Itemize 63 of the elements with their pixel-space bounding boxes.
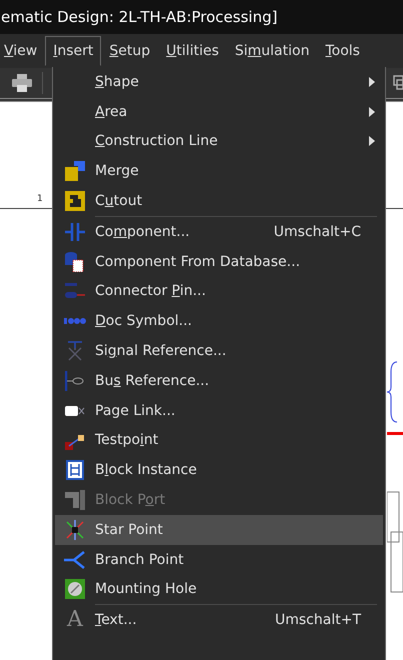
mounting-hole-icon — [65, 579, 85, 600]
database-component-icon — [65, 252, 85, 272]
menu-item[interactable]: Construction Line — [55, 126, 383, 156]
block-instance-icon — [66, 460, 84, 480]
shortcut-label: Umschalt+T — [275, 612, 361, 628]
printer-icon[interactable] — [12, 74, 32, 92]
menu-item-label: Star Point — [95, 522, 164, 538]
ruler-label: 1 — [37, 194, 43, 204]
windows-icon[interactable] — [393, 75, 403, 91]
menu-item[interactable]: Branch Point — [55, 544, 383, 575]
menu-item-label: Connector Pin... — [95, 283, 207, 300]
menu-item[interactable]: Star Point — [55, 514, 383, 545]
menu-item-label: Component From Database... — [95, 254, 302, 270]
text-icon: A — [67, 609, 83, 632]
logo-symbol-icon — [64, 317, 86, 326]
menu-item[interactable]: Component... Umschalt+C — [55, 216, 383, 247]
menu-item-label: Shape — [95, 74, 140, 90]
menu-item-label: Page Link... — [95, 402, 176, 419]
menu-item-label: Branch Point — [95, 552, 185, 568]
star-point-icon — [65, 520, 85, 540]
menu-item[interactable]: Block Instance — [55, 455, 383, 486]
menu-item[interactable]: Connector Pin... — [55, 276, 383, 306]
bus-reference-icon — [65, 370, 85, 391]
signal-reference-icon — [65, 341, 85, 362]
menu-item-label: Testpoint — [95, 432, 160, 448]
menu-item-label: Mounting Hole — [95, 581, 198, 598]
menu-item[interactable]: A Text... Umschalt+T — [55, 605, 383, 636]
menu-item-label: Merge — [95, 163, 140, 180]
menu-item[interactable]: Bus Reference... — [55, 366, 383, 396]
cutout-icon — [65, 191, 85, 212]
block-port-icon — [65, 490, 85, 510]
menu-item[interactable]: Mounting Hole — [55, 574, 383, 604]
menu-item[interactable]: Testpoint — [55, 426, 383, 456]
menu-item-label: Construction Line — [95, 133, 219, 150]
menu-item-label: Doc Symbol... — [95, 313, 193, 330]
menu-item-label: Bus Reference... — [95, 372, 210, 389]
menu-item[interactable]: Shape — [55, 67, 383, 97]
menu-item-label: Text... — [95, 612, 138, 628]
menu-item[interactable]: Signal Reference... — [55, 336, 383, 366]
menu-item[interactable]: Area — [55, 96, 383, 127]
shortcut-label: Umschalt+C — [274, 224, 361, 240]
menu-bar-item[interactable]: View — [0, 36, 46, 66]
menu-bar-item[interactable]: Setup — [101, 36, 158, 66]
menu-item-label: Area — [95, 104, 128, 120]
menu-item[interactable]: Cutout — [55, 186, 383, 216]
capacitor-icon — [65, 222, 85, 242]
menu-bar-item[interactable]: Simulation — [226, 36, 318, 66]
menu-bar-item[interactable]: Tools — [317, 36, 368, 66]
menu-item[interactable]: Component From Database... — [55, 246, 383, 277]
menu-bar-item[interactable]: Utilities — [158, 36, 227, 66]
menu-item-label: Component... — [95, 224, 191, 240]
window-title: ematic Design: 2L-TH-AB:Processing] — [1, 8, 278, 26]
menu-item[interactable]: Doc Symbol... — [55, 306, 383, 336]
menu-item[interactable]: Merge — [55, 156, 383, 186]
menu-bar-item[interactable]: Insert — [45, 36, 102, 66]
menu-item-label: Signal Reference... — [95, 343, 228, 360]
menu-item[interactable]: Page Link... — [55, 396, 383, 426]
menu-item-label: Block Instance — [95, 462, 198, 478]
page-link-icon — [65, 404, 85, 417]
merge-icon — [65, 161, 85, 182]
branch-point-icon — [64, 550, 86, 569]
menu-item-label: Block Port — [95, 492, 166, 508]
menu-item-label: Cutout — [95, 193, 144, 210]
